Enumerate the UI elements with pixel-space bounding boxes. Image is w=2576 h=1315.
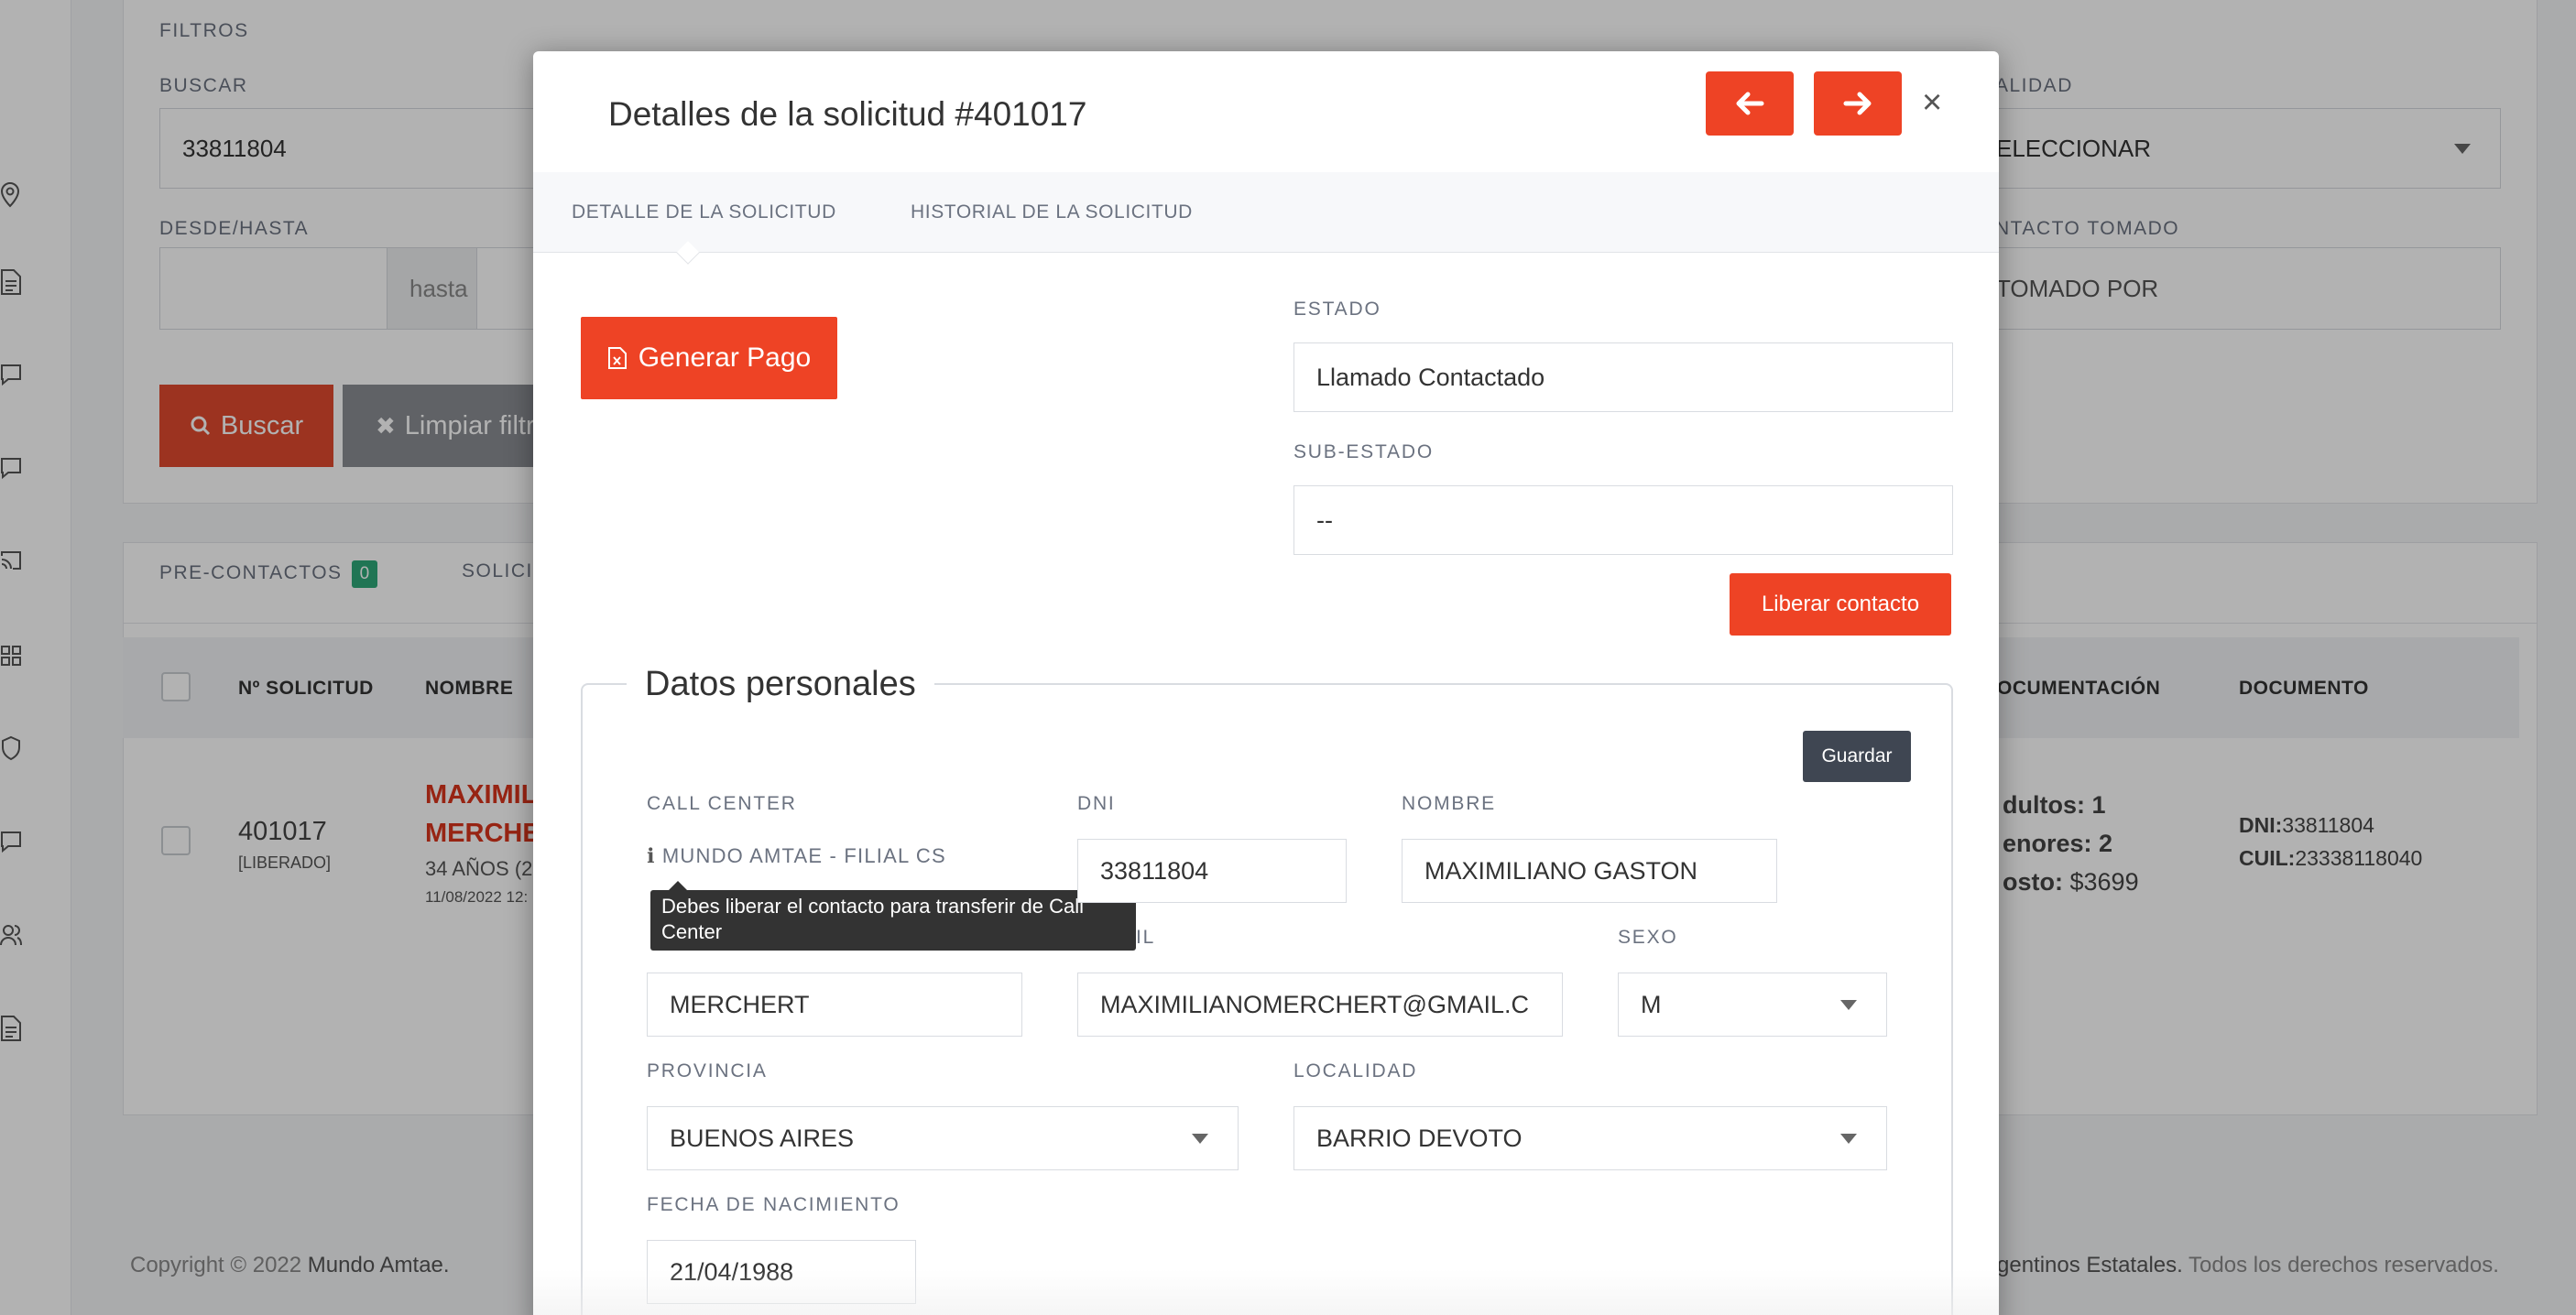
apellido-value: MERCHERT <box>670 990 810 1018</box>
apellido-input[interactable]: MERCHERT <box>647 973 1022 1037</box>
chevron-down-icon <box>1840 1134 1857 1144</box>
sexo-select[interactable]: M <box>1618 973 1887 1037</box>
file-excel-icon <box>607 347 627 369</box>
subestado-label: SUB-ESTADO <box>1293 441 1434 462</box>
arrow-right-icon <box>1843 92 1872 115</box>
provincia-select[interactable]: BUENOS AIRES <box>647 1106 1239 1170</box>
info-icon: ℹ <box>647 844 656 867</box>
localidad-select[interactable]: BARRIO DEVOTO <box>1293 1106 1887 1170</box>
close-icon[interactable]: × <box>1922 84 1942 121</box>
sexo-label: SEXO <box>1618 927 1678 948</box>
dni-input[interactable]: 33811804 <box>1077 839 1347 903</box>
call-center-label: CALL CENTER <box>647 793 797 814</box>
guardar-button[interactable]: Guardar <box>1803 731 1911 782</box>
sexo-value: M <box>1641 990 1662 1018</box>
tab-historial[interactable]: HISTORIAL DE LA SOLICITUD <box>911 201 1193 223</box>
email-value: MAXIMILIANOMERCHERT@GMAIL.C <box>1100 990 1529 1018</box>
generar-pago-button[interactable]: Generar Pago <box>581 317 837 399</box>
generar-pago-label: Generar Pago <box>638 342 812 373</box>
dni-value: 33811804 <box>1100 856 1209 885</box>
chevron-down-icon <box>1192 1134 1208 1144</box>
next-button[interactable] <box>1814 71 1902 136</box>
subestado-field[interactable]: -- <box>1293 485 1953 555</box>
fecha-nacimiento-label: FECHA DE NACIMIENTO <box>647 1194 901 1215</box>
tooltip: Debes liberar el contacto para transferi… <box>650 890 1136 951</box>
dni-label: DNI <box>1077 793 1116 814</box>
subestado-value: -- <box>1316 505 1333 534</box>
provincia-label: PROVINCIA <box>647 1060 768 1081</box>
provincia-value: BUENOS AIRES <box>670 1124 855 1152</box>
arrow-left-icon <box>1736 92 1764 115</box>
nombre-value: MAXIMILIANO GASTON <box>1424 856 1698 885</box>
estado-label: ESTADO <box>1293 299 1381 320</box>
nombre-label: NOMBRE <box>1402 793 1496 814</box>
tab-detalle[interactable]: DETALLE DE LA SOLICITUD <box>572 201 836 223</box>
localidad-value: BARRIO DEVOTO <box>1316 1124 1523 1152</box>
datos-personales-title: Datos personales <box>627 665 934 704</box>
call-center-value: MUNDO AMTAE - FILIAL CS <box>661 844 946 867</box>
chevron-down-icon <box>1840 1000 1857 1010</box>
nombre-input[interactable]: MAXIMILIANO GASTON <box>1402 839 1777 903</box>
previous-button[interactable] <box>1706 71 1794 136</box>
liberar-contacto-button[interactable]: Liberar contacto <box>1730 573 1951 636</box>
modal-tabs: DETALLE DE LA SOLICITUD HISTORIAL DE LA … <box>533 172 1999 253</box>
email-label: IL <box>1136 927 1156 948</box>
estado-field[interactable]: Llamado Contactado <box>1293 342 1953 412</box>
email-input[interactable]: MAXIMILIANOMERCHERT@GMAIL.C <box>1077 973 1563 1037</box>
bottom-fade <box>533 1269 1999 1315</box>
modal-title: Detalles de la solicitud #401017 <box>608 95 1087 133</box>
tooltip-arrow <box>669 881 687 890</box>
solicitud-detail-modal: Detalles de la solicitud #401017 × DETAL… <box>533 51 1999 1315</box>
localidad-label: LOCALIDAD <box>1293 1060 1418 1081</box>
call-center-info[interactable]: ℹ MUNDO AMTAE - FILIAL CS <box>647 844 946 868</box>
estado-value: Llamado Contactado <box>1316 363 1545 391</box>
